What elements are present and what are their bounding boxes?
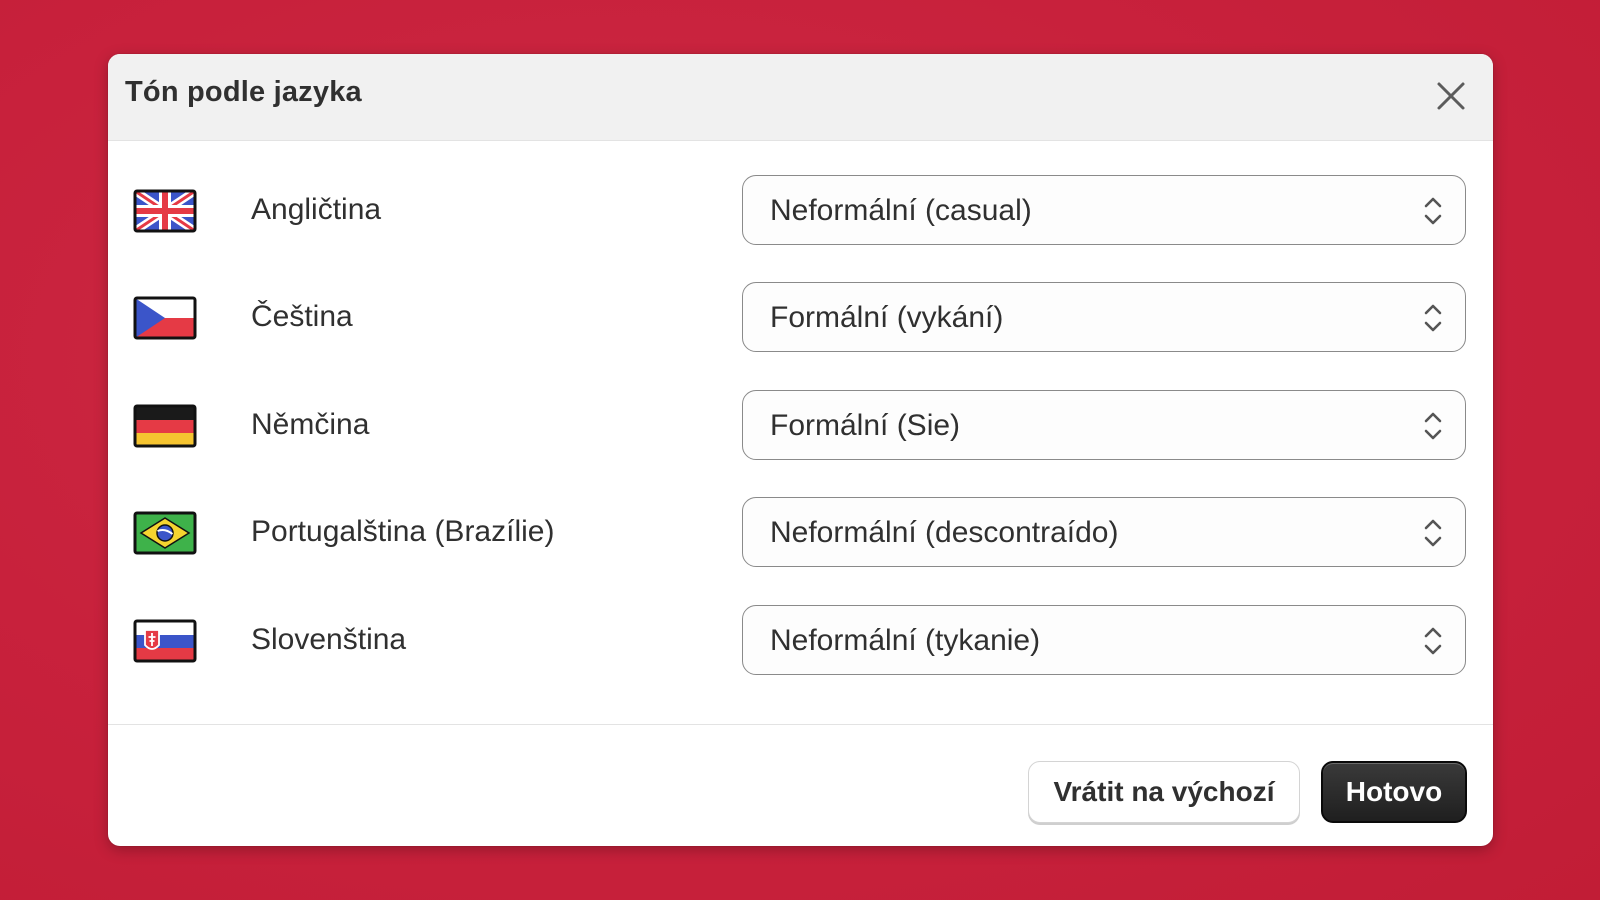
czech-flag-icon — [133, 296, 197, 340]
germany-flag-icon — [133, 404, 197, 448]
language-row-portuguese-brazil: Portugalština (Brazílie) Neformální (des… — [108, 497, 1493, 569]
select-value: Neformální (tykanie) — [770, 624, 1041, 657]
done-button[interactable]: Hotovo — [1321, 761, 1467, 823]
language-name: Portugalština (Brazílie) — [251, 515, 555, 548]
tone-select-slovak[interactable]: Neformální (tykanie) — [742, 605, 1466, 675]
dialog-header: Tón podle jazyka — [108, 54, 1493, 141]
select-arrows-icon — [1424, 197, 1442, 225]
language-row-english: Angličtina Neformální (casual) — [108, 175, 1493, 247]
tone-select-german[interactable]: Formální (Sie) — [742, 390, 1466, 460]
language-name: Čeština — [251, 300, 353, 333]
slovakia-flag-icon — [133, 619, 197, 663]
language-name: Angličtina — [251, 193, 382, 226]
language-row-german: Němčina Formální (Sie) — [108, 390, 1493, 462]
select-arrows-icon — [1424, 304, 1442, 332]
close-icon — [1437, 82, 1465, 110]
select-arrows-icon — [1424, 627, 1442, 655]
tone-select-portuguese-brazil[interactable]: Neformální (descontraído) — [742, 497, 1466, 567]
footer-divider — [108, 724, 1493, 725]
close-button[interactable] — [1431, 76, 1471, 116]
reset-to-default-button[interactable]: Vrátit na výchozí — [1028, 761, 1300, 823]
select-value: Formální (Sie) — [770, 409, 961, 442]
uk-flag-icon — [133, 189, 197, 233]
language-row-slovak: Slovenština Neformální (tykanie) — [108, 605, 1493, 677]
language-row-czech: Čeština Formální (vykání) — [108, 282, 1493, 354]
select-value: Formální (vykání) — [770, 301, 1004, 334]
select-value: Neformální (casual) — [770, 194, 1032, 227]
select-value: Neformální (descontraído) — [770, 516, 1119, 549]
brazil-flag-icon — [133, 511, 197, 555]
tone-select-czech[interactable]: Formální (vykání) — [742, 282, 1466, 352]
tone-select-english[interactable]: Neformální (casual) — [742, 175, 1466, 245]
tone-dialog: Tón podle jazyka Angličtina Neformální (… — [108, 54, 1493, 846]
select-arrows-icon — [1424, 519, 1442, 547]
select-arrows-icon — [1424, 412, 1442, 440]
language-name: Slovenština — [251, 623, 407, 656]
language-name: Němčina — [251, 408, 370, 441]
dialog-title: Tón podle jazyka — [125, 76, 362, 108]
